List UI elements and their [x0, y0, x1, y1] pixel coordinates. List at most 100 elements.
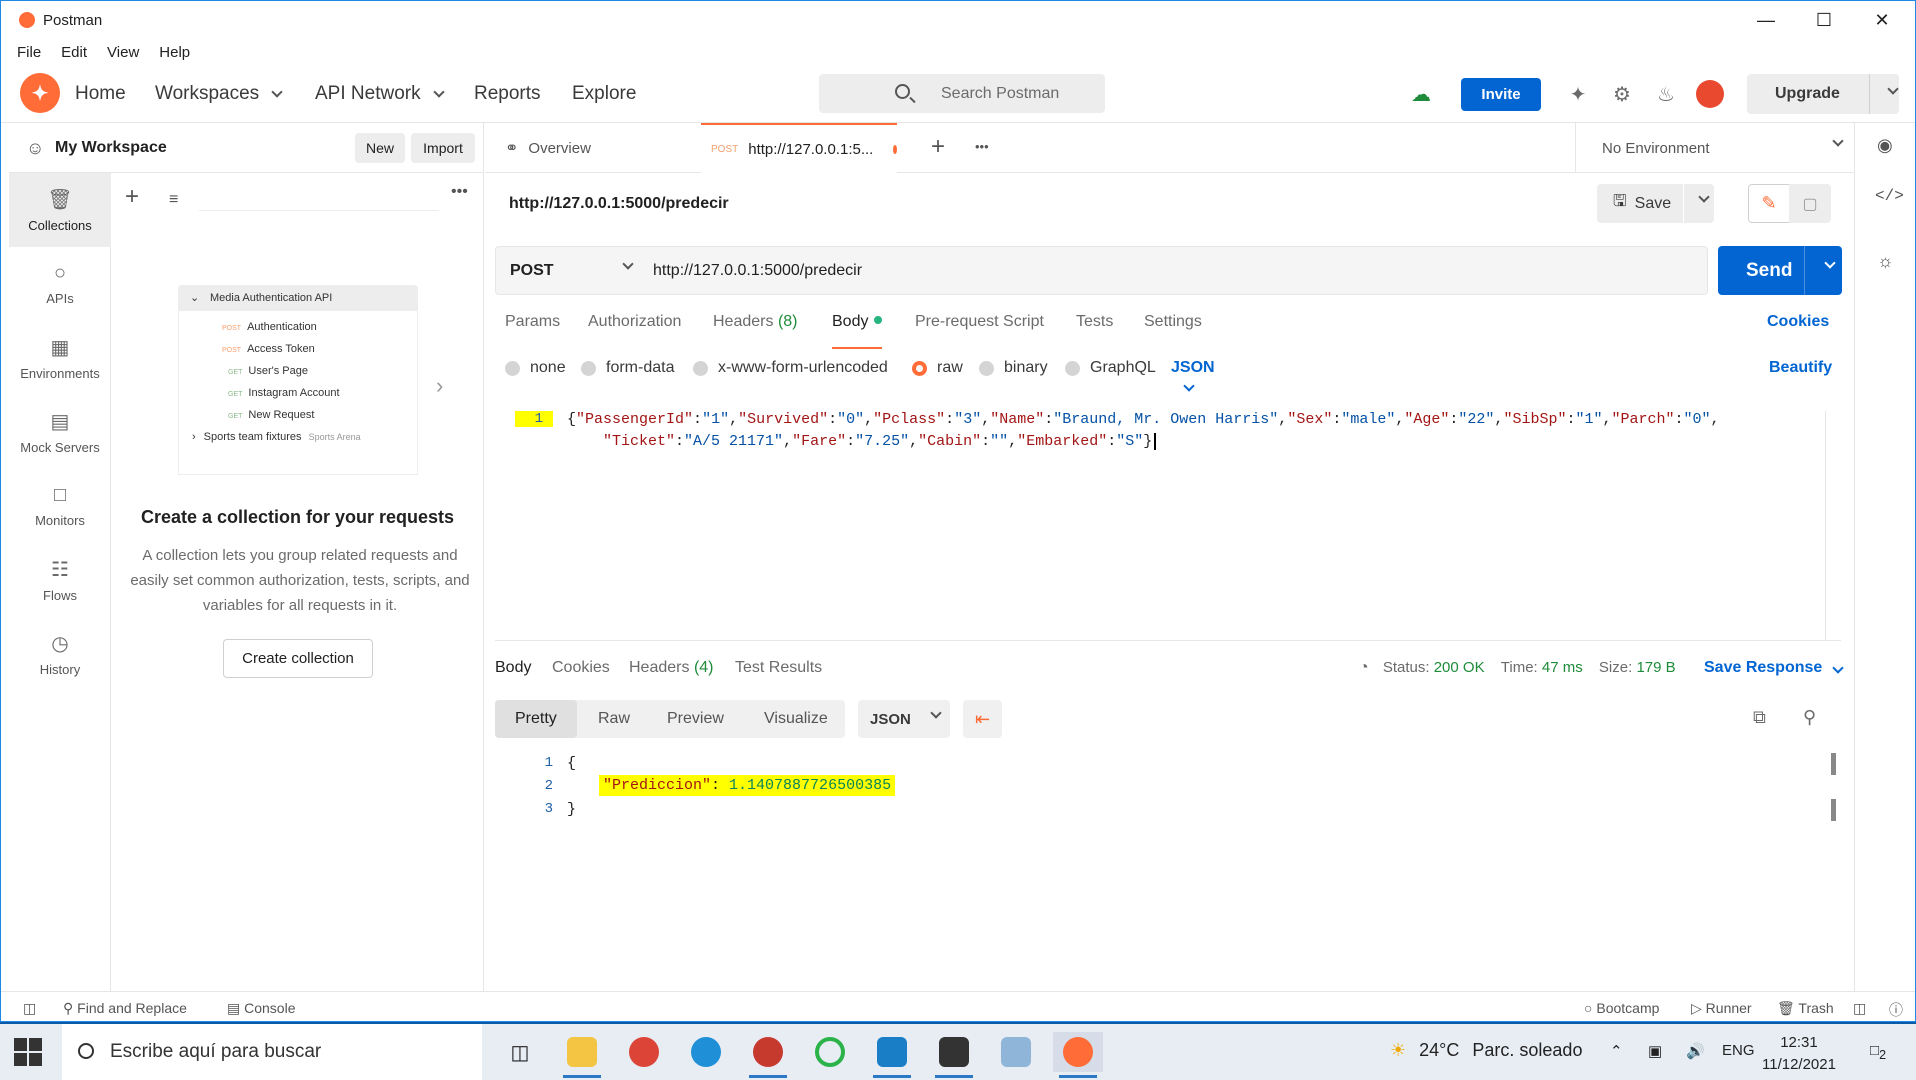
nav-home[interactable]: Home: [75, 83, 126, 105]
scroll-thumb[interactable]: [1831, 799, 1836, 821]
rail-environments[interactable]: ▦ Environments: [9, 321, 111, 395]
rail-flows[interactable]: ☷ Flows: [9, 543, 111, 617]
body-raw-radio[interactable]: raw: [912, 359, 963, 377]
import-button[interactable]: Import: [411, 133, 475, 163]
editor-scrollbar[interactable]: [1825, 411, 1826, 641]
tab-headers[interactable]: Headers (8): [713, 313, 798, 349]
rail-history[interactable]: ◷ History: [9, 617, 111, 691]
response-scrollbar[interactable]: [1831, 753, 1836, 983]
find-replace-button[interactable]: ⚲ Find and Replace: [63, 1000, 187, 1017]
tab-params[interactable]: Params: [505, 313, 560, 349]
nav-explore[interactable]: Explore: [572, 83, 636, 105]
chrome-profile-icon[interactable]: [743, 1032, 793, 1078]
terminal-icon[interactable]: [929, 1032, 979, 1078]
body-binary-radio[interactable]: binary: [979, 359, 1048, 377]
tab-overview[interactable]: ⚭ Overview: [495, 123, 675, 173]
tray-language[interactable]: ENG: [1722, 1042, 1755, 1059]
chrome-icon[interactable]: [619, 1032, 669, 1072]
chevron-down-icon[interactable]: [1887, 83, 1899, 95]
tab-body[interactable]: Body: [832, 313, 883, 349]
notepad-icon[interactable]: [991, 1032, 1041, 1072]
add-collection-icon[interactable]: +: [125, 183, 139, 211]
more-options-icon[interactable]: •••: [451, 183, 468, 201]
taskbar-search-input[interactable]: Escribe aquí para buscar: [62, 1024, 482, 1080]
request-body-editor[interactable]: 1 {"PassengerId":"1","Survived":"0","Pcl…: [495, 403, 1841, 641]
tab-options-icon[interactable]: •••: [975, 139, 989, 154]
scroll-thumb[interactable]: [1831, 753, 1836, 775]
tray-volume-icon[interactable]: 🔊: [1686, 1042, 1705, 1060]
wrap-lines-icon[interactable]: ⇤: [963, 700, 1002, 738]
beautify-link[interactable]: Beautify: [1769, 359, 1832, 377]
new-tab-icon[interactable]: +: [931, 133, 945, 161]
postman-taskbar-icon[interactable]: [1053, 1032, 1103, 1078]
toggle-sidebar-icon[interactable]: ◫: [23, 1000, 36, 1017]
settings-gear-icon[interactable]: ⚙: [1607, 79, 1637, 109]
satellite-icon[interactable]: ✦: [1563, 79, 1593, 109]
tray-chevron-up-icon[interactable]: ⌃: [1610, 1042, 1623, 1060]
eye-icon[interactable]: ◉: [1877, 135, 1893, 156]
resp-tab-test-results[interactable]: Test Results: [735, 659, 822, 677]
edge-icon[interactable]: [681, 1032, 731, 1072]
menu-view[interactable]: View: [107, 44, 139, 61]
weather-widget[interactable]: ☀ 24°C Parc. soleado: [1390, 1040, 1582, 1061]
task-view-icon[interactable]: ◫: [495, 1032, 545, 1072]
save-button[interactable]: 🖫 Save: [1597, 184, 1683, 223]
nav-api-network[interactable]: API Network: [315, 83, 445, 105]
size-value[interactable]: 179 B: [1636, 659, 1675, 676]
avatar[interactable]: [1695, 79, 1725, 109]
console-button[interactable]: ▤ Console: [227, 1000, 296, 1017]
cookies-link[interactable]: Cookies: [1767, 313, 1829, 331]
notifications-bell-icon[interactable]: ♨: [1651, 79, 1681, 109]
edit-pencil-icon[interactable]: ✎: [1748, 184, 1790, 223]
environment-selector[interactable]: No Environment: [1575, 123, 1855, 173]
rail-collections[interactable]: 🗑 Collections: [9, 173, 111, 247]
search-input[interactable]: Search Postman: [819, 74, 1105, 113]
body-urlencoded-radio[interactable]: x-www-form-urlencoded: [693, 359, 888, 377]
view-preview[interactable]: Preview: [667, 700, 724, 738]
bootcamp-button[interactable]: ○ Bootcamp: [1584, 1000, 1659, 1016]
save-response-button[interactable]: Save Response: [1704, 659, 1844, 677]
code-icon[interactable]: </>: [1875, 187, 1904, 205]
postman-logo[interactable]: ✦: [20, 73, 60, 113]
menu-edit[interactable]: Edit: [61, 44, 87, 61]
workspace-name[interactable]: My Workspace: [55, 139, 167, 157]
create-collection-button[interactable]: Create collection: [223, 639, 373, 678]
tray-device-icon[interactable]: ▣: [1648, 1042, 1662, 1060]
notification-center-icon[interactable]: □2: [1870, 1042, 1886, 1062]
invite-button[interactable]: Invite: [1461, 78, 1541, 111]
view-visualize[interactable]: Visualize: [764, 700, 828, 738]
save-dropdown[interactable]: [1684, 184, 1714, 223]
taskbar-clock[interactable]: 12:31 11/12/2021: [1762, 1032, 1836, 1076]
file-explorer-icon[interactable]: [557, 1032, 607, 1078]
maximize-button[interactable]: ☐: [1795, 1, 1853, 39]
body-graphql-radio[interactable]: GraphQL: [1065, 359, 1156, 377]
menu-file[interactable]: File: [17, 44, 41, 61]
minimize-button[interactable]: —: [1737, 1, 1795, 39]
resp-tab-headers[interactable]: Headers (4): [629, 659, 714, 677]
time-value[interactable]: 47 ms: [1542, 659, 1583, 676]
nav-workspaces[interactable]: Workspaces: [155, 83, 283, 105]
help-icon[interactable]: ⓘ: [1889, 1000, 1903, 1020]
resp-tab-body[interactable]: Body: [495, 659, 531, 677]
rail-apis[interactable]: ○ APIs: [9, 247, 111, 321]
tab-prerequest-script[interactable]: Pre-request Script: [915, 313, 1044, 349]
request-title[interactable]: http://127.0.0.1:5000/predecir: [509, 195, 729, 213]
body-form-data-radio[interactable]: form-data: [581, 359, 674, 377]
comments-icon[interactable]: ▢: [1789, 184, 1831, 223]
loading-app-icon[interactable]: [805, 1032, 855, 1072]
rail-mock-servers[interactable]: ▤ Mock Servers: [9, 395, 111, 469]
search-icon[interactable]: ⚲: [1803, 707, 1816, 728]
rail-monitors[interactable]: □ Monitors: [9, 469, 111, 543]
sync-cloud-icon[interactable]: ☁: [1406, 79, 1436, 109]
response-format-select[interactable]: JSON: [858, 700, 950, 738]
tab-request[interactable]: POST http://127.0.0.1:5...: [701, 123, 897, 173]
tab-tests[interactable]: Tests: [1076, 313, 1113, 349]
upgrade-button[interactable]: Upgrade: [1747, 74, 1899, 114]
view-raw[interactable]: Raw: [598, 700, 630, 738]
menu-help[interactable]: Help: [159, 44, 190, 61]
nav-reports[interactable]: Reports: [474, 83, 541, 105]
tab-authorization[interactable]: Authorization: [588, 313, 681, 349]
body-format-select[interactable]: JSON: [1171, 359, 1215, 395]
vscode-icon[interactable]: [867, 1032, 917, 1078]
lightbulb-icon[interactable]: ☼: [1877, 251, 1894, 272]
